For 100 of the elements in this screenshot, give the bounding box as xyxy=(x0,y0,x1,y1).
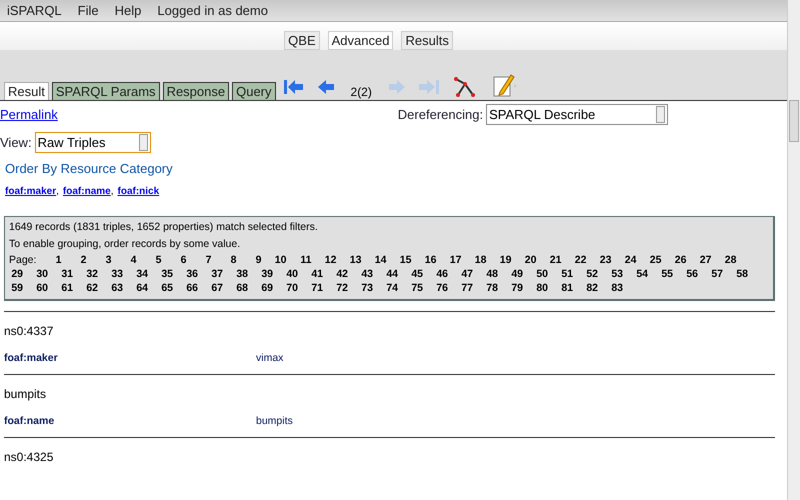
page-link[interactable]: 18 xyxy=(472,253,486,267)
dereferencing-select[interactable]: SPARQL Describe xyxy=(486,104,668,124)
page-link[interactable]: 52 xyxy=(584,267,598,281)
page-link[interactable]: 67 xyxy=(209,281,223,295)
page-link[interactable]: 69 xyxy=(259,281,273,295)
page-link[interactable]: 4 xyxy=(122,253,136,267)
page-link[interactable]: 58 xyxy=(734,267,748,281)
page-link[interactable]: 9 xyxy=(247,253,262,267)
page-link[interactable]: 82 xyxy=(584,281,598,295)
page-link[interactable]: 6 xyxy=(172,253,186,267)
result-tab[interactable]: Response xyxy=(162,82,230,100)
graph-icon[interactable] xyxy=(452,76,477,98)
page-link[interactable]: 8 xyxy=(222,253,236,267)
page-link[interactable]: 56 xyxy=(684,267,698,281)
page-link[interactable]: 53 xyxy=(609,267,623,281)
property-link[interactable]: foaf:maker xyxy=(5,186,56,197)
scrollbar-thumb[interactable] xyxy=(789,100,799,142)
page-link[interactable]: 21 xyxy=(547,253,562,267)
page-link[interactable]: 33 xyxy=(109,267,123,281)
scrollbar[interactable] xyxy=(787,0,800,500)
page-link[interactable]: 48 xyxy=(484,267,498,281)
mode-tab[interactable]: QBE xyxy=(284,31,320,50)
page-link[interactable]: 40 xyxy=(284,267,298,281)
page-link[interactable]: 30 xyxy=(34,267,48,281)
page-link[interactable]: 71 xyxy=(309,281,323,295)
page-link[interactable]: 3 xyxy=(97,253,112,267)
page-link[interactable]: 59 xyxy=(9,281,23,295)
page-link[interactable]: 49 xyxy=(509,267,523,281)
page-link[interactable]: 68 xyxy=(234,281,248,295)
property-link[interactable]: foaf:name xyxy=(62,186,111,197)
page-link[interactable]: 44 xyxy=(384,267,398,281)
page-link[interactable]: 11 xyxy=(297,253,312,267)
page-link[interactable]: 17 xyxy=(447,253,462,267)
page-link[interactable]: 66 xyxy=(184,281,198,295)
page-link[interactable]: 42 xyxy=(334,267,348,281)
page-link[interactable]: 29 xyxy=(9,267,23,281)
page-link[interactable]: 54 xyxy=(634,267,648,281)
page-link[interactable]: 31 xyxy=(59,267,73,281)
page-link[interactable]: 36 xyxy=(184,267,198,281)
page-link[interactable]: 45 xyxy=(409,267,423,281)
menu-item[interactable]: Help xyxy=(114,3,142,18)
page-link[interactable]: 51 xyxy=(559,267,573,281)
page-link[interactable]: 46 xyxy=(434,267,448,281)
page-link[interactable]: 2 xyxy=(72,253,86,267)
page-link[interactable]: 70 xyxy=(284,281,298,295)
page-link[interactable]: 47 xyxy=(459,267,473,281)
permalink[interactable]: Permalink xyxy=(0,106,58,122)
page-link[interactable]: 75 xyxy=(409,281,423,295)
page-link[interactable]: 73 xyxy=(359,281,373,295)
order-link[interactable]: Order By Resource Category xyxy=(5,161,787,176)
page-link[interactable]: 77 xyxy=(459,281,473,295)
page-link[interactable]: 39 xyxy=(259,267,273,281)
page-link[interactable]: 34 xyxy=(134,267,148,281)
page-link[interactable]: 7 xyxy=(197,253,212,267)
page-link[interactable]: 5 xyxy=(147,253,162,267)
page-link[interactable]: 72 xyxy=(334,281,348,295)
page-link[interactable]: 79 xyxy=(509,281,523,295)
result-tab[interactable]: Result xyxy=(4,82,49,100)
view-select[interactable]: Raw Triples xyxy=(34,132,151,152)
page-link[interactable]: 55 xyxy=(659,267,673,281)
page-link[interactable]: 43 xyxy=(359,267,373,281)
page-link[interactable]: 20 xyxy=(522,253,536,267)
page-link[interactable]: 41 xyxy=(309,267,323,281)
page-link[interactable]: 50 xyxy=(534,267,548,281)
page-link[interactable]: 83 xyxy=(609,281,623,295)
page-link[interactable]: 63 xyxy=(109,281,123,295)
page-link[interactable]: 62 xyxy=(84,281,98,295)
page-link[interactable]: 12 xyxy=(322,253,336,267)
page-link[interactable]: 37 xyxy=(209,267,223,281)
page-link[interactable]: 60 xyxy=(34,281,48,295)
page-link[interactable]: 13 xyxy=(347,253,362,267)
page-link[interactable]: 27 xyxy=(697,253,712,267)
page-link[interactable]: 57 xyxy=(709,267,723,281)
page-link[interactable]: 64 xyxy=(134,281,148,295)
page-link[interactable]: 74 xyxy=(384,281,398,295)
page-link[interactable]: 80 xyxy=(534,281,548,295)
page-link[interactable]: 24 xyxy=(622,253,636,267)
property-link[interactable]: foaf:nick xyxy=(118,186,160,197)
page-link[interactable]: 22 xyxy=(572,253,586,267)
previous-page-icon[interactable] xyxy=(316,78,336,96)
page-link[interactable]: 38 xyxy=(234,267,248,281)
mode-tab[interactable]: Results xyxy=(401,31,453,50)
mode-tab[interactable]: Advanced xyxy=(328,31,394,50)
page-link[interactable]: 14 xyxy=(372,253,386,267)
result-tab[interactable]: SPARQL Params xyxy=(52,82,160,100)
page-link[interactable]: 28 xyxy=(722,253,736,267)
page-link[interactable]: 26 xyxy=(672,253,686,267)
first-page-icon[interactable] xyxy=(282,78,305,96)
app-menu[interactable]: iSPARQL xyxy=(7,3,62,18)
page-link[interactable]: 35 xyxy=(159,267,173,281)
page-link[interactable]: 10 xyxy=(272,253,286,267)
page-link[interactable]: 78 xyxy=(484,281,498,295)
page-link[interactable]: 61 xyxy=(59,281,73,295)
page-link[interactable]: 23 xyxy=(597,253,612,267)
menu-item[interactable]: File xyxy=(78,3,99,18)
page-link[interactable]: 76 xyxy=(434,281,448,295)
page-link[interactable]: 65 xyxy=(159,281,173,295)
page-link[interactable]: 1 xyxy=(47,253,62,267)
result-tab[interactable]: Query xyxy=(232,82,276,100)
page-link[interactable]: 16 xyxy=(422,253,436,267)
